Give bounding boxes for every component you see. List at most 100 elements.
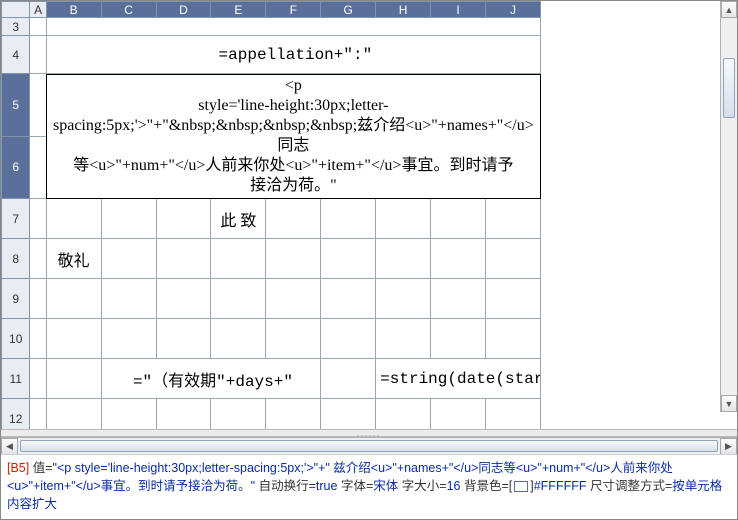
cell-H10[interactable] [376,319,431,359]
row-header-8[interactable]: 8 [2,239,30,279]
row-header-5[interactable]: 5 [2,74,30,137]
cell-H9[interactable] [376,279,431,319]
cell-A4[interactable] [30,36,46,74]
cell-A9[interactable] [30,279,46,319]
cell-I9[interactable] [431,279,486,319]
cell-C7[interactable] [101,199,156,239]
row-header-4[interactable]: 4 [2,36,30,74]
cell-B12[interactable] [46,399,101,430]
col-header-A[interactable]: A [30,2,46,18]
cell-D12[interactable] [156,399,211,430]
scroll-down-button[interactable]: ▼ [721,395,737,412]
row-header-3[interactable]: 3 [2,18,30,36]
cell-I8[interactable] [431,239,486,279]
cell-C8[interactable] [101,239,156,279]
cell-C11-F11[interactable]: ="（有效期"+days+" [101,359,321,399]
cell-G9[interactable] [321,279,376,319]
row-header-7[interactable]: 7 [2,199,30,239]
cell-J7[interactable] [485,199,540,239]
cell-F12[interactable] [266,399,321,430]
vscroll-track[interactable] [721,18,737,395]
row-header-9[interactable]: 9 [2,279,30,319]
row-10[interactable]: 10 [2,319,541,359]
col-header-E[interactable]: E [211,2,266,18]
cell-G12[interactable] [321,399,376,430]
cell-B11[interactable] [46,359,101,399]
cell-D7[interactable] [156,199,211,239]
cell-G7[interactable] [321,199,376,239]
pane-splitter[interactable]: ∙∙∙∙∙∙ [1,429,737,437]
cell-A5[interactable] [30,74,46,137]
cell-A10[interactable] [30,319,46,359]
cell-J9[interactable] [485,279,540,319]
row-4[interactable]: 4 =appellation+":" [2,36,541,74]
cell-I7[interactable] [431,199,486,239]
grid-area[interactable]: A B C D E F G H I J 3 [1,1,737,429]
cell-F10[interactable] [266,319,321,359]
cell-B5-J6-merged[interactable]: <p style='line-height:30px;letter-spacin… [46,74,540,199]
cell-J12[interactable] [485,399,540,430]
cell-B9[interactable] [46,279,101,319]
col-header-J[interactable]: J [485,2,540,18]
cell-A11[interactable] [30,359,46,399]
row-12[interactable]: 12 [2,399,541,430]
cell-C9[interactable] [101,279,156,319]
row-9[interactable]: 9 [2,279,541,319]
cell-E8[interactable] [211,239,266,279]
hscroll-thumb[interactable] [20,440,718,452]
row-7[interactable]: 7 此 致 [2,199,541,239]
cell-C10[interactable] [101,319,156,359]
cell-F8[interactable] [266,239,321,279]
cell-D10[interactable] [156,319,211,359]
cell-A7[interactable] [30,199,46,239]
cell-E12[interactable] [211,399,266,430]
col-header-D[interactable]: D [156,2,211,18]
cell-A12[interactable] [30,399,46,430]
cell-D8[interactable] [156,239,211,279]
corner-cell[interactable] [2,2,30,18]
cell-C12[interactable] [101,399,156,430]
cell-H12[interactable] [376,399,431,430]
row-header-6[interactable]: 6 [2,136,30,199]
cell-B10[interactable] [46,319,101,359]
cell-E9[interactable] [211,279,266,319]
cell-H8[interactable] [376,239,431,279]
cell-E7[interactable]: 此 致 [211,199,266,239]
scroll-right-button[interactable]: ▶ [720,438,737,454]
row-header-12[interactable]: 12 [2,399,30,430]
col-header-F[interactable]: F [266,2,321,18]
cell-G11[interactable] [321,359,376,399]
cell-J8[interactable] [485,239,540,279]
cell-H7[interactable] [376,199,431,239]
cell-G8[interactable] [321,239,376,279]
row-11[interactable]: 11 ="（有效期"+days+" =string(date(start) [2,359,541,399]
col-header-H[interactable]: H [376,2,431,18]
cell-A8[interactable] [30,239,46,279]
cell-B3-J3[interactable] [46,18,540,36]
row-header-11[interactable]: 11 [2,359,30,399]
cell-I10[interactable] [431,319,486,359]
horizontal-scrollbar[interactable]: ◀ ▶ [1,437,737,454]
scroll-left-button[interactable]: ◀ [1,438,18,454]
cell-B7[interactable] [46,199,101,239]
cell-F7[interactable] [266,199,321,239]
cell-B4-J4[interactable]: =appellation+":" [46,36,540,74]
cell-H11-J11[interactable]: =string(date(start) [376,359,541,399]
cell-A3[interactable] [30,18,46,36]
column-header-row[interactable]: A B C D E F G H I J [2,2,541,18]
cell-E10[interactable] [211,319,266,359]
scroll-up-button[interactable]: ▲ [721,1,737,18]
cell-B8[interactable]: 敬礼 [46,239,101,279]
cell-I12[interactable] [431,399,486,430]
col-header-C[interactable]: C [101,2,156,18]
row-8[interactable]: 8 敬礼 [2,239,541,279]
vscroll-thumb[interactable] [723,58,735,118]
cell-G10[interactable] [321,319,376,359]
cell-J10[interactable] [485,319,540,359]
col-header-G[interactable]: G [321,2,376,18]
col-header-I[interactable]: I [431,2,486,18]
spreadsheet-grid[interactable]: A B C D E F G H I J 3 [1,1,541,429]
bg-color-swatch[interactable] [514,481,528,492]
cell-D9[interactable] [156,279,211,319]
vertical-scrollbar[interactable]: ▲ ▼ [720,1,737,412]
